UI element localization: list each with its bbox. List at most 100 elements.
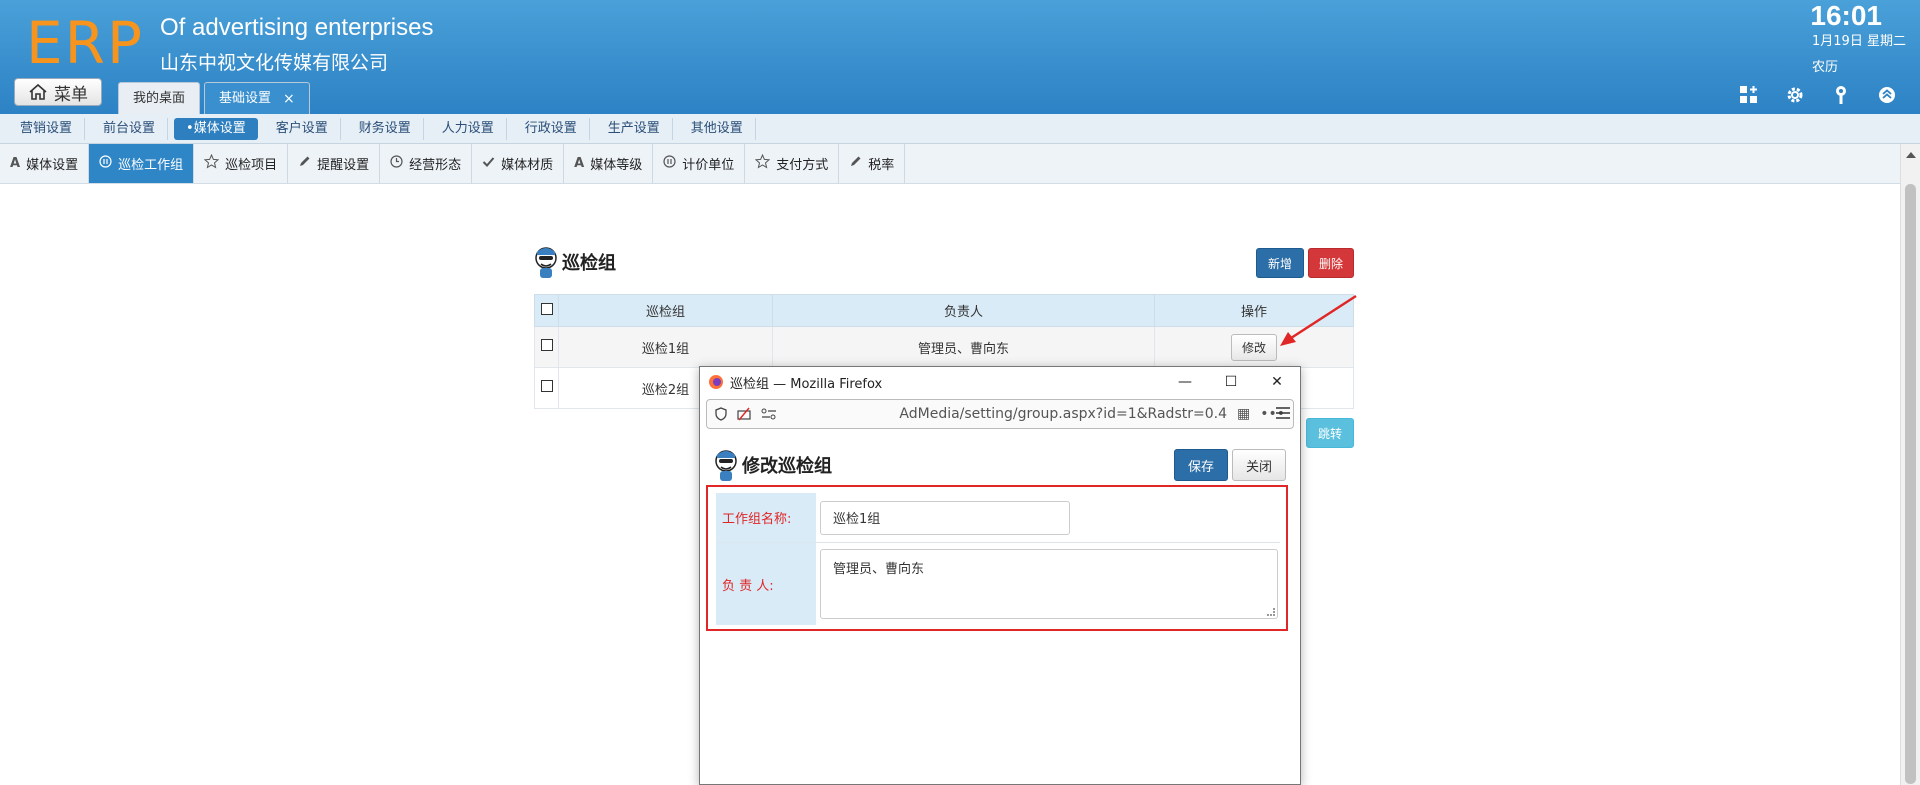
popup-heading: 修改巡检组: [714, 447, 832, 483]
camera-blocked-icon[interactable]: [737, 407, 751, 421]
page-scrollbar[interactable]: [1900, 144, 1920, 785]
subnav-label: 巡检项目: [225, 158, 278, 173]
subnav-tax-rate[interactable]: 税率: [839, 144, 906, 183]
nav1-hr[interactable]: 人力设置: [430, 117, 507, 140]
tab-basic-settings[interactable]: 基础设置 ×: [204, 82, 310, 114]
owner-textarea[interactable]: 管理员、曹向东: [820, 549, 1278, 619]
nav1-media[interactable]: •媒体设置: [174, 117, 258, 140]
subnav-label: 媒体等级: [590, 158, 643, 173]
maximize-icon[interactable]: ☐: [1208, 374, 1254, 390]
subnav-label: 媒体材质: [501, 158, 554, 173]
star-outline-icon: [203, 153, 220, 173]
section-title-text: 巡检组: [562, 253, 616, 274]
url-text[interactable]: AdMedia/setting/group.aspx?id=1&Radstr=0…: [899, 406, 1227, 422]
owner-cell: 管理员、曹向东: [772, 326, 1155, 368]
subnav-label: 巡检工作组: [118, 158, 184, 173]
subnav-label: 计价单位: [682, 158, 735, 173]
delete-button[interactable]: 删除: [1308, 248, 1354, 278]
pencil-icon: [849, 155, 862, 172]
popup-window-title: 巡检组 — Mozilla Firefox: [730, 376, 883, 392]
section-header: 巡检组: [534, 244, 616, 280]
close-button[interactable]: 关闭: [1232, 449, 1286, 481]
nav1-finance[interactable]: 财务设置: [347, 117, 424, 140]
subnav-payment-method[interactable]: 支付方式: [745, 144, 840, 183]
clock-time: 16:01: [1810, 0, 1882, 31]
settings-category-nav: 营销设置 前台设置 •媒体设置 客户设置 财务设置 人力设置 行政设置 生产设置…: [0, 114, 1920, 144]
permissions-icon[interactable]: [761, 408, 777, 420]
new-button[interactable]: 新增: [1256, 248, 1304, 278]
owner-label: 负 责 人:: [716, 543, 816, 625]
table-row[interactable]: 巡检1组 管理员、曹向东 修改: [534, 326, 1354, 368]
firefox-icon: [709, 375, 723, 389]
minimize-icon[interactable]: —: [1162, 374, 1208, 390]
star-outline-icon: [755, 153, 771, 173]
row-checkbox[interactable]: [540, 339, 553, 351]
hamburger-menu-icon[interactable]: [1276, 407, 1290, 419]
tab-close-icon[interactable]: ×: [283, 83, 295, 115]
subnav-business-forms[interactable]: 经营形态: [380, 144, 473, 183]
main-menu-button[interactable]: 菜单: [14, 78, 102, 106]
subnav-reminders[interactable]: 提醒设置: [288, 144, 381, 183]
subnav-inspection-group[interactable]: 巡检工作组: [89, 144, 195, 183]
table-header-row: 巡检组 负责人 操作: [534, 294, 1354, 327]
clock-date: 1月19日 星期二: [1812, 34, 1906, 49]
subnav-media-level[interactable]: A 媒体等级: [564, 144, 654, 183]
subnav-inspection-items[interactable]: 巡检项目: [194, 144, 289, 183]
shield-icon[interactable]: [715, 407, 727, 421]
tab-label: 基础设置: [219, 90, 272, 106]
tab-my-desktop[interactable]: 我的桌面: [118, 82, 201, 114]
app-header: ERP Of advertising enterprises 山东中视文化传媒有…: [0, 0, 1920, 114]
nav1-customer[interactable]: 客户设置: [264, 117, 341, 140]
pause-circle-icon: [663, 155, 676, 172]
nav1-other[interactable]: 其他设置: [679, 117, 756, 140]
pencil-icon: [298, 155, 311, 172]
nav1-frontdesk[interactable]: 前台设置: [91, 117, 169, 140]
edit-group-popup-window: 巡检组 — Mozilla Firefox — ☐ ✕ AdMedia/sett…: [699, 366, 1301, 785]
nav1-admin[interactable]: 行政设置: [513, 117, 590, 140]
popup-titlebar[interactable]: 巡检组 — Mozilla Firefox — ☐ ✕: [700, 367, 1300, 397]
pause-circle-icon: [99, 155, 112, 172]
scrollbar-thumb[interactable]: [1905, 184, 1916, 784]
resize-grip-icon[interactable]: [1267, 608, 1275, 616]
qr-code-icon[interactable]: ▦: [1237, 406, 1250, 422]
address-bar[interactable]: AdMedia/setting/group.aspx?id=1&Radstr=0…: [706, 399, 1294, 429]
group-name-cell: 巡检1组: [558, 326, 773, 368]
subnav-pricing-unit[interactable]: 计价单位: [653, 144, 746, 183]
select-all-checkbox[interactable]: [540, 302, 553, 315]
group-name-value-cell: 巡检1组: [816, 493, 1280, 542]
scroll-up-arrow-icon[interactable]: [1906, 152, 1916, 158]
save-button[interactable]: 保存: [1174, 449, 1228, 481]
close-icon[interactable]: ✕: [1254, 374, 1300, 390]
tab-label: 我的桌面: [133, 90, 186, 106]
header-tools: [1738, 84, 1898, 106]
nav1-marketing[interactable]: 营销设置: [8, 117, 86, 140]
subnav-label: 经营形态: [409, 158, 462, 173]
clock-icon: [390, 155, 403, 172]
row-checkbox[interactable]: [540, 380, 553, 392]
row-select-cell: [534, 326, 559, 368]
gear-icon[interactable]: [1784, 84, 1806, 106]
key-icon[interactable]: [1830, 84, 1852, 106]
lunar-calendar-link[interactable]: 农历: [1812, 56, 1838, 75]
group-name-input[interactable]: 巡检1组: [820, 500, 1070, 535]
column-header[interactable]: 负责人: [772, 294, 1155, 327]
company-name-cn: 山东中视文化传媒有限公司: [160, 52, 389, 74]
tab-bar: 我的桌面 基础设置 ×: [118, 82, 310, 114]
group-name-label: 工作组名称:: [716, 493, 816, 542]
apps-grid-icon[interactable]: [1738, 84, 1760, 106]
jump-button[interactable]: 跳转: [1306, 418, 1354, 448]
subnav-label: 媒体设置: [26, 158, 79, 173]
window-controls: — ☐ ✕: [1162, 374, 1300, 390]
subnav-media-settings[interactable]: A 媒体设置: [0, 144, 90, 183]
subnav-media-material[interactable]: 媒体材质: [472, 144, 565, 183]
home-icon: [29, 83, 47, 100]
nav1-production[interactable]: 生产设置: [596, 117, 673, 140]
select-all-cell: [534, 294, 559, 327]
mascot-icon: [535, 247, 557, 278]
form-highlight-frame: 工作组名称: 巡检1组 负 责 人: 管理员、曹向东: [706, 485, 1288, 631]
media-settings-subnav: A 媒体设置 巡检工作组 巡检项目 提醒设置 经营形态 媒体材质 A 媒体等级: [0, 144, 1900, 184]
form-row-owner: 负 责 人: 管理员、曹向东: [716, 543, 1280, 625]
column-header[interactable]: 巡检组: [558, 294, 773, 327]
company-name-en: Of advertising enterprises: [160, 14, 434, 41]
collapse-up-icon[interactable]: [1876, 84, 1898, 106]
